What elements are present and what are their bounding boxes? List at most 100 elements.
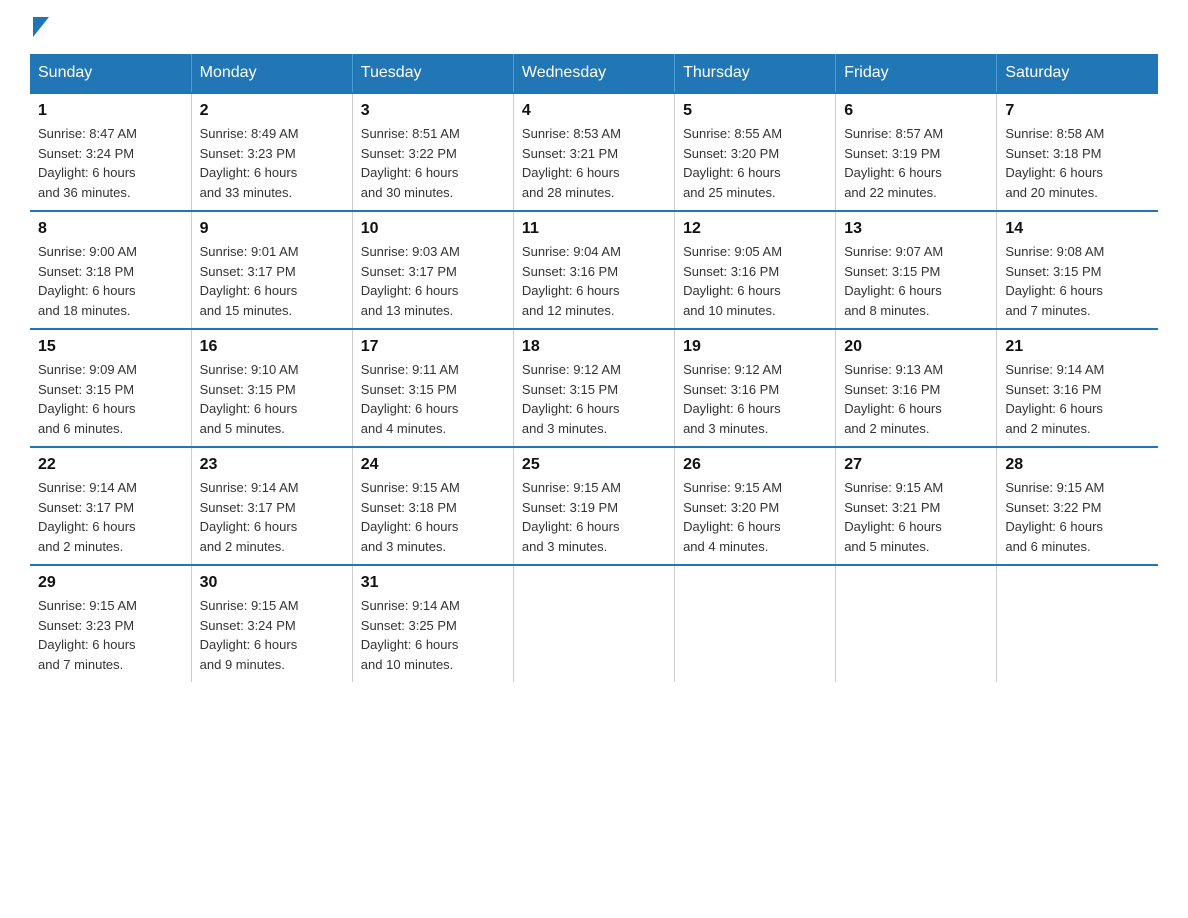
calendar-cell: 15 Sunrise: 9:09 AM Sunset: 3:15 PM Dayl… <box>30 329 191 447</box>
day-info: Sunrise: 9:05 AM Sunset: 3:16 PM Dayligh… <box>683 242 827 320</box>
calendar-cell: 21 Sunrise: 9:14 AM Sunset: 3:16 PM Dayl… <box>997 329 1158 447</box>
page-header <box>30 20 1158 34</box>
day-info: Sunrise: 9:04 AM Sunset: 3:16 PM Dayligh… <box>522 242 666 320</box>
calendar-header: Sunday Monday Tuesday Wednesday Thursday… <box>30 54 1158 93</box>
calendar-cell: 28 Sunrise: 9:15 AM Sunset: 3:22 PM Dayl… <box>997 447 1158 565</box>
calendar-cell: 14 Sunrise: 9:08 AM Sunset: 3:15 PM Dayl… <box>997 211 1158 329</box>
header-row: Sunday Monday Tuesday Wednesday Thursday… <box>30 54 1158 93</box>
day-number: 17 <box>361 338 505 356</box>
day-info: Sunrise: 9:14 AM Sunset: 3:17 PM Dayligh… <box>200 478 344 556</box>
calendar-cell: 16 Sunrise: 9:10 AM Sunset: 3:15 PM Dayl… <box>191 329 352 447</box>
day-number: 1 <box>38 102 183 120</box>
day-info: Sunrise: 8:58 AM Sunset: 3:18 PM Dayligh… <box>1005 124 1150 202</box>
day-number: 6 <box>844 102 988 120</box>
col-monday: Monday <box>191 54 352 93</box>
day-info: Sunrise: 9:12 AM Sunset: 3:16 PM Dayligh… <box>683 360 827 438</box>
day-info: Sunrise: 9:03 AM Sunset: 3:17 PM Dayligh… <box>361 242 505 320</box>
day-number: 26 <box>683 456 827 474</box>
calendar-cell: 24 Sunrise: 9:15 AM Sunset: 3:18 PM Dayl… <box>352 447 513 565</box>
day-number: 13 <box>844 220 988 238</box>
calendar-cell: 27 Sunrise: 9:15 AM Sunset: 3:21 PM Dayl… <box>836 447 997 565</box>
day-number: 14 <box>1005 220 1150 238</box>
day-number: 24 <box>361 456 505 474</box>
calendar-cell: 4 Sunrise: 8:53 AM Sunset: 3:21 PM Dayli… <box>513 93 674 211</box>
col-thursday: Thursday <box>675 54 836 93</box>
day-number: 15 <box>38 338 183 356</box>
day-info: Sunrise: 9:00 AM Sunset: 3:18 PM Dayligh… <box>38 242 183 320</box>
week-row-5: 29 Sunrise: 9:15 AM Sunset: 3:23 PM Dayl… <box>30 565 1158 682</box>
calendar-cell <box>675 565 836 682</box>
col-saturday: Saturday <box>997 54 1158 93</box>
day-number: 23 <box>200 456 344 474</box>
day-number: 28 <box>1005 456 1150 474</box>
calendar-cell: 20 Sunrise: 9:13 AM Sunset: 3:16 PM Dayl… <box>836 329 997 447</box>
calendar-cell: 31 Sunrise: 9:14 AM Sunset: 3:25 PM Dayl… <box>352 565 513 682</box>
calendar-body: 1 Sunrise: 8:47 AM Sunset: 3:24 PM Dayli… <box>30 93 1158 682</box>
calendar-cell: 30 Sunrise: 9:15 AM Sunset: 3:24 PM Dayl… <box>191 565 352 682</box>
day-number: 10 <box>361 220 505 238</box>
day-info: Sunrise: 9:13 AM Sunset: 3:16 PM Dayligh… <box>844 360 988 438</box>
day-info: Sunrise: 8:57 AM Sunset: 3:19 PM Dayligh… <box>844 124 988 202</box>
day-number: 31 <box>361 574 505 592</box>
day-info: Sunrise: 9:14 AM Sunset: 3:17 PM Dayligh… <box>38 478 183 556</box>
day-info: Sunrise: 9:09 AM Sunset: 3:15 PM Dayligh… <box>38 360 183 438</box>
day-info: Sunrise: 8:55 AM Sunset: 3:20 PM Dayligh… <box>683 124 827 202</box>
calendar-cell: 8 Sunrise: 9:00 AM Sunset: 3:18 PM Dayli… <box>30 211 191 329</box>
calendar-cell: 7 Sunrise: 8:58 AM Sunset: 3:18 PM Dayli… <box>997 93 1158 211</box>
day-number: 8 <box>38 220 183 238</box>
day-number: 27 <box>844 456 988 474</box>
day-info: Sunrise: 9:08 AM Sunset: 3:15 PM Dayligh… <box>1005 242 1150 320</box>
calendar-cell <box>997 565 1158 682</box>
col-friday: Friday <box>836 54 997 93</box>
day-info: Sunrise: 8:49 AM Sunset: 3:23 PM Dayligh… <box>200 124 344 202</box>
day-info: Sunrise: 9:15 AM Sunset: 3:23 PM Dayligh… <box>38 596 183 674</box>
day-number: 16 <box>200 338 344 356</box>
day-number: 11 <box>522 220 666 238</box>
day-number: 2 <box>200 102 344 120</box>
col-sunday: Sunday <box>30 54 191 93</box>
calendar-cell: 22 Sunrise: 9:14 AM Sunset: 3:17 PM Dayl… <box>30 447 191 565</box>
week-row-1: 1 Sunrise: 8:47 AM Sunset: 3:24 PM Dayli… <box>30 93 1158 211</box>
col-tuesday: Tuesday <box>352 54 513 93</box>
day-number: 7 <box>1005 102 1150 120</box>
day-number: 25 <box>522 456 666 474</box>
day-number: 22 <box>38 456 183 474</box>
day-info: Sunrise: 8:47 AM Sunset: 3:24 PM Dayligh… <box>38 124 183 202</box>
calendar-cell: 9 Sunrise: 9:01 AM Sunset: 3:17 PM Dayli… <box>191 211 352 329</box>
logo-triangle-icon <box>33 17 49 37</box>
col-wednesday: Wednesday <box>513 54 674 93</box>
day-info: Sunrise: 9:15 AM Sunset: 3:19 PM Dayligh… <box>522 478 666 556</box>
day-info: Sunrise: 8:53 AM Sunset: 3:21 PM Dayligh… <box>522 124 666 202</box>
calendar-cell: 12 Sunrise: 9:05 AM Sunset: 3:16 PM Dayl… <box>675 211 836 329</box>
day-info: Sunrise: 9:10 AM Sunset: 3:15 PM Dayligh… <box>200 360 344 438</box>
calendar-cell: 6 Sunrise: 8:57 AM Sunset: 3:19 PM Dayli… <box>836 93 997 211</box>
day-info: Sunrise: 9:15 AM Sunset: 3:24 PM Dayligh… <box>200 596 344 674</box>
calendar-cell: 25 Sunrise: 9:15 AM Sunset: 3:19 PM Dayl… <box>513 447 674 565</box>
day-info: Sunrise: 9:11 AM Sunset: 3:15 PM Dayligh… <box>361 360 505 438</box>
day-info: Sunrise: 9:15 AM Sunset: 3:21 PM Dayligh… <box>844 478 988 556</box>
calendar-cell: 17 Sunrise: 9:11 AM Sunset: 3:15 PM Dayl… <box>352 329 513 447</box>
calendar-cell <box>513 565 674 682</box>
calendar-cell: 5 Sunrise: 8:55 AM Sunset: 3:20 PM Dayli… <box>675 93 836 211</box>
day-number: 21 <box>1005 338 1150 356</box>
calendar-cell: 1 Sunrise: 8:47 AM Sunset: 3:24 PM Dayli… <box>30 93 191 211</box>
day-info: Sunrise: 9:12 AM Sunset: 3:15 PM Dayligh… <box>522 360 666 438</box>
week-row-2: 8 Sunrise: 9:00 AM Sunset: 3:18 PM Dayli… <box>30 211 1158 329</box>
week-row-3: 15 Sunrise: 9:09 AM Sunset: 3:15 PM Dayl… <box>30 329 1158 447</box>
day-info: Sunrise: 9:15 AM Sunset: 3:22 PM Dayligh… <box>1005 478 1150 556</box>
day-info: Sunrise: 9:01 AM Sunset: 3:17 PM Dayligh… <box>200 242 344 320</box>
day-number: 30 <box>200 574 344 592</box>
calendar-cell: 26 Sunrise: 9:15 AM Sunset: 3:20 PM Dayl… <box>675 447 836 565</box>
calendar-cell: 23 Sunrise: 9:14 AM Sunset: 3:17 PM Dayl… <box>191 447 352 565</box>
day-number: 9 <box>200 220 344 238</box>
day-info: Sunrise: 9:14 AM Sunset: 3:16 PM Dayligh… <box>1005 360 1150 438</box>
day-info: Sunrise: 9:15 AM Sunset: 3:20 PM Dayligh… <box>683 478 827 556</box>
day-number: 5 <box>683 102 827 120</box>
calendar-table: Sunday Monday Tuesday Wednesday Thursday… <box>30 54 1158 682</box>
calendar-cell: 11 Sunrise: 9:04 AM Sunset: 3:16 PM Dayl… <box>513 211 674 329</box>
day-number: 12 <box>683 220 827 238</box>
calendar-cell: 2 Sunrise: 8:49 AM Sunset: 3:23 PM Dayli… <box>191 93 352 211</box>
day-number: 29 <box>38 574 183 592</box>
calendar-cell: 3 Sunrise: 8:51 AM Sunset: 3:22 PM Dayli… <box>352 93 513 211</box>
day-number: 20 <box>844 338 988 356</box>
